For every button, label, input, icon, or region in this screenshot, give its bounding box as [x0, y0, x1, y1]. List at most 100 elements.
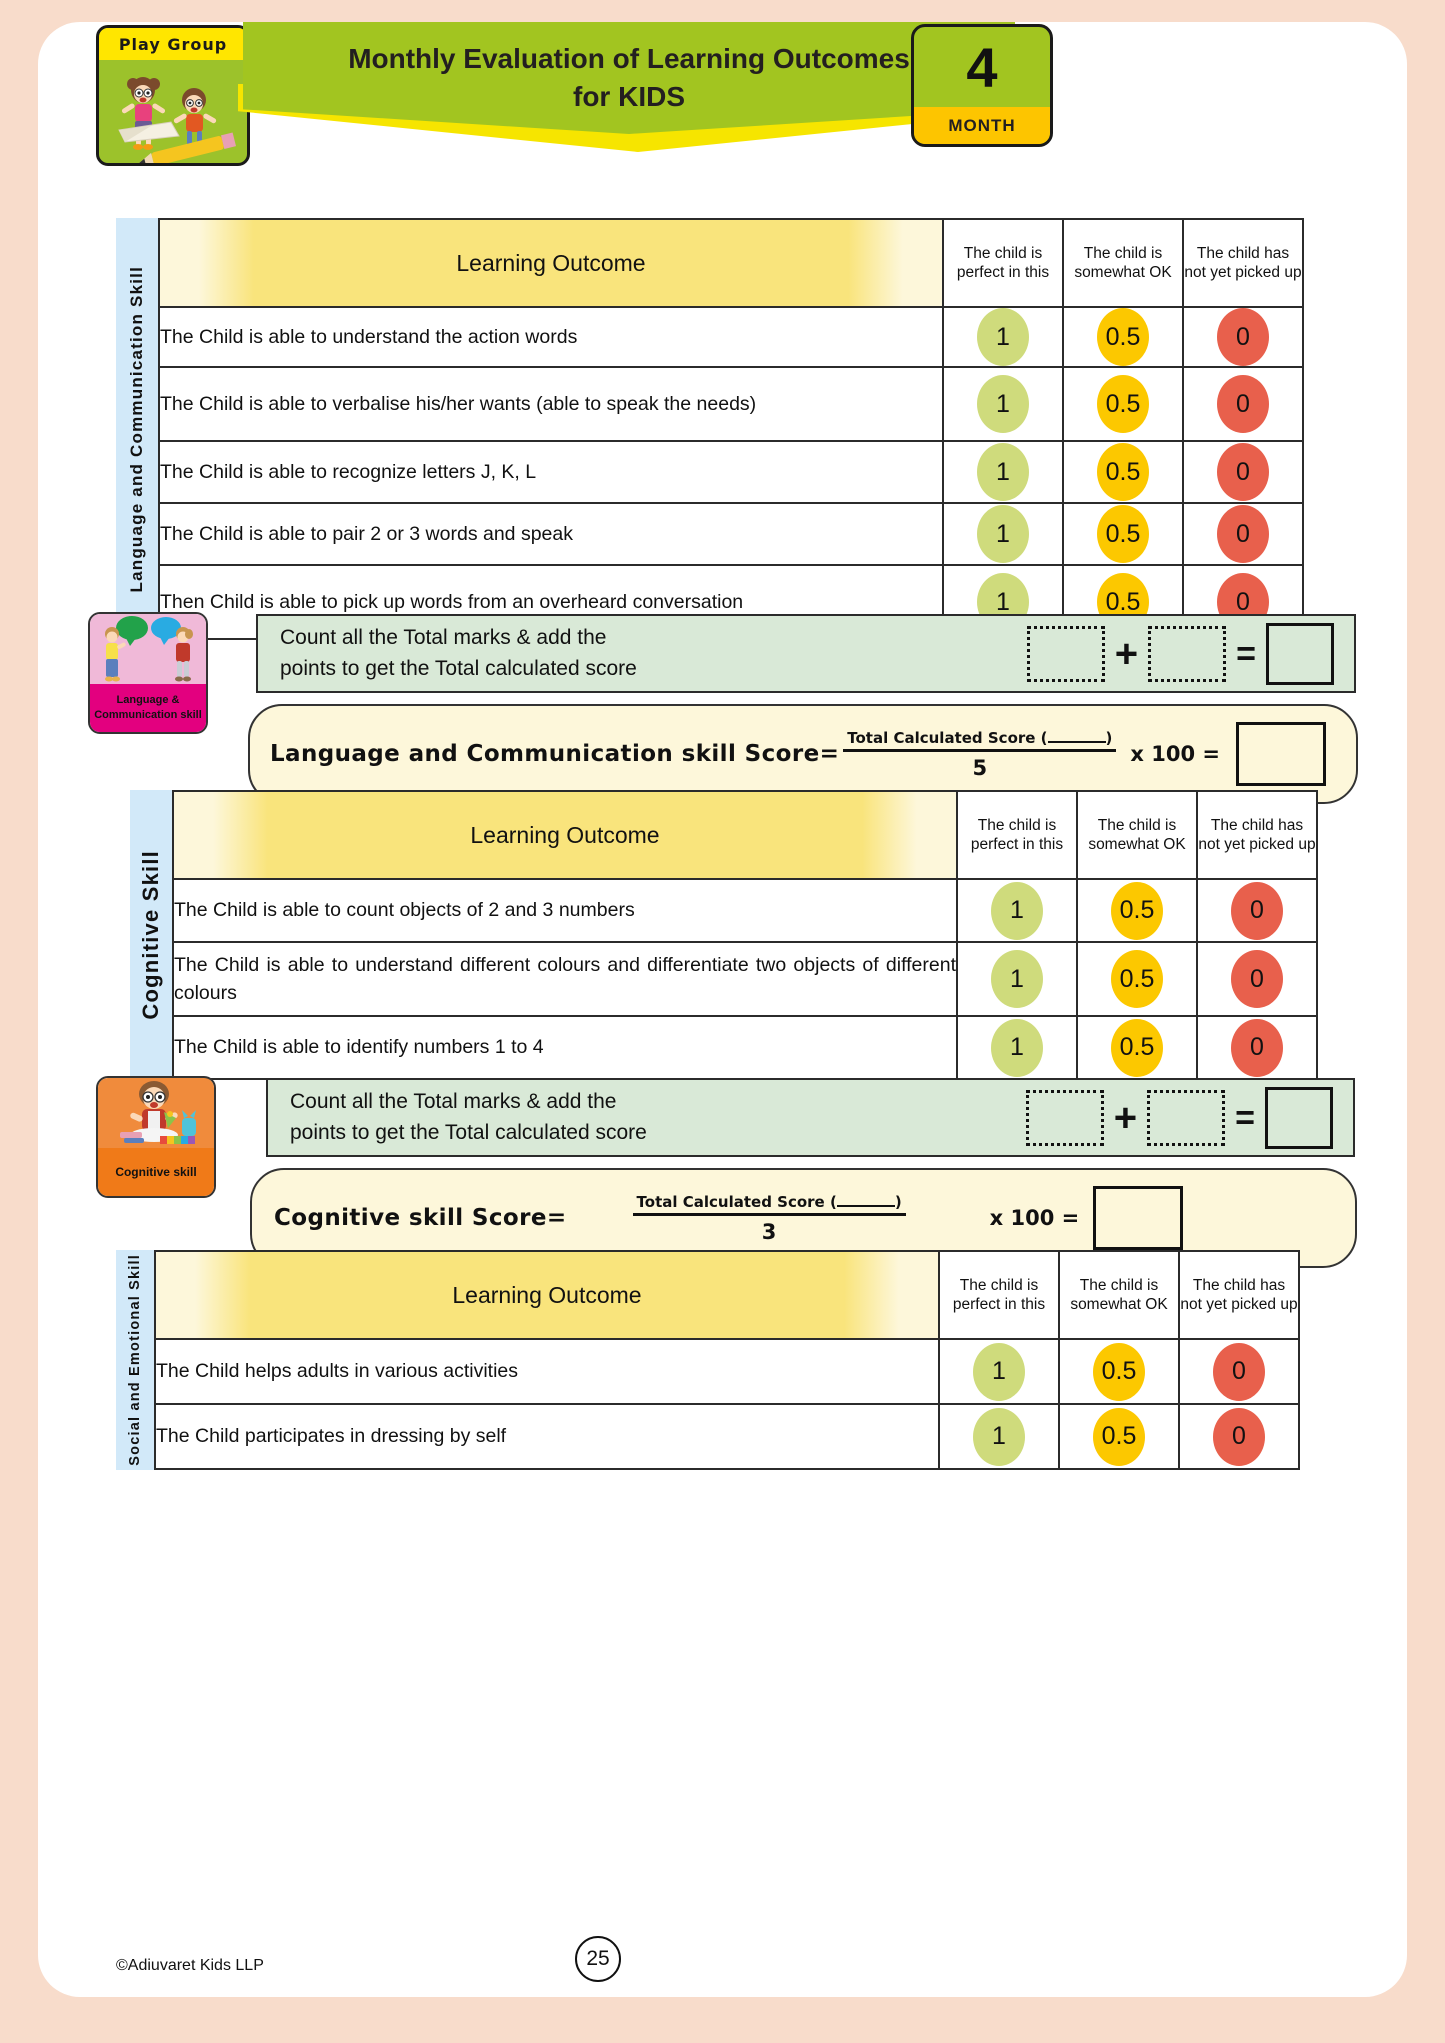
score-dot-1[interactable]: 1 — [973, 1342, 1025, 1401]
blank-line[interactable] — [1047, 740, 1106, 743]
score-cell-notyet[interactable]: 0 — [1196, 878, 1318, 943]
play-group-label: Play Group — [99, 28, 247, 60]
score-cell-notyet[interactable]: 0 — [1182, 440, 1304, 504]
score-dot-half[interactable]: 0.5 — [1097, 375, 1149, 433]
score-cell-notyet[interactable]: 0 — [1178, 1338, 1300, 1405]
plus-icon: + — [1114, 631, 1139, 676]
score-cell-somewhat[interactable]: 0.5 — [1062, 306, 1184, 368]
score-cell-perfect[interactable]: 1 — [942, 366, 1064, 442]
score-dot-1[interactable]: 1 — [977, 375, 1029, 433]
score-dot-1[interactable]: 1 — [977, 443, 1029, 501]
formula-box-language: Language and Communication skill Score= … — [248, 704, 1358, 804]
score-dot-0[interactable]: 0 — [1213, 1342, 1265, 1401]
score-cell-notyet[interactable]: 0 — [1178, 1403, 1300, 1470]
score-dot-1[interactable]: 1 — [991, 1018, 1043, 1077]
language-illustration — [90, 614, 206, 684]
score-cell-perfect[interactable]: 1 — [942, 306, 1064, 368]
score-dot-half[interactable]: 0.5 — [1111, 1018, 1163, 1077]
table-row: The Child helps adults in various activi… — [154, 1338, 1300, 1405]
skill-icon-label: Cognitive skill — [98, 1148, 214, 1196]
score-dot-0[interactable]: 0 — [1231, 1018, 1283, 1077]
score-cell-somewhat[interactable]: 0.5 — [1058, 1338, 1180, 1405]
play-group-badge: Play Group — [96, 25, 250, 166]
input-box-b[interactable] — [1148, 625, 1227, 682]
eval-table-language: Learning Outcome The child is perfect in… — [158, 218, 1304, 640]
input-box-a[interactable] — [1025, 1089, 1104, 1146]
col-header-perfect: The child is perfect in this — [942, 218, 1064, 308]
score-cell-notyet[interactable]: 0 — [1182, 502, 1304, 566]
cognitive-illustration — [98, 1078, 214, 1148]
score-cell-notyet[interactable]: 0 — [1196, 1015, 1318, 1080]
score-cell-somewhat[interactable]: 0.5 — [1076, 878, 1198, 943]
score-cell-somewhat[interactable]: 0.5 — [1076, 1015, 1198, 1080]
outcome-text: The Child is able to recognize letters J… — [158, 440, 944, 504]
formula-answer-box[interactable] — [1093, 1186, 1184, 1250]
score-cell-perfect[interactable]: 1 — [942, 502, 1064, 566]
score-dot-half[interactable]: 0.5 — [1093, 1407, 1145, 1466]
score-cell-somewhat[interactable]: 0.5 — [1062, 502, 1184, 566]
score-cell-somewhat[interactable]: 0.5 — [1076, 941, 1198, 1017]
score-cell-perfect[interactable]: 1 — [942, 440, 1064, 504]
table-row: The Child is able to recognize letters J… — [158, 440, 1304, 504]
count-line1: Count all the Total marks & add the — [280, 626, 607, 650]
score-dot-0[interactable]: 0 — [1217, 443, 1269, 501]
score-dot-1[interactable]: 1 — [991, 881, 1043, 940]
section-cognitive: Cognitive Skill Learning Outcome The chi… — [130, 790, 1318, 1080]
outcome-text: The Child is able to identify numbers 1 … — [172, 1015, 958, 1080]
table-row: The Child is able to pair 2 or 3 words a… — [158, 502, 1304, 566]
score-dot-1[interactable]: 1 — [977, 308, 1029, 366]
formula-answer-box[interactable] — [1236, 722, 1326, 786]
score-cell-perfect[interactable]: 1 — [938, 1338, 1060, 1405]
count-math-row: + = — [1026, 622, 1354, 685]
skill-icon-cognitive: Cognitive skill — [96, 1076, 216, 1198]
numerator-close: ) — [1105, 728, 1113, 747]
score-cell-somewhat[interactable]: 0.5 — [1058, 1403, 1180, 1470]
score-cell-notyet[interactable]: 0 — [1182, 366, 1304, 442]
input-box-b[interactable] — [1147, 1089, 1226, 1146]
score-dot-half[interactable]: 0.5 — [1111, 950, 1163, 1008]
score-dot-0[interactable]: 0 — [1217, 308, 1269, 366]
formula-label: Cognitive skill Score= — [274, 1205, 567, 1231]
score-cell-notyet[interactable]: 0 — [1196, 941, 1318, 1017]
score-dot-half[interactable]: 0.5 — [1097, 308, 1149, 366]
score-dot-0[interactable]: 0 — [1213, 1407, 1265, 1466]
score-dot-half[interactable]: 0.5 — [1097, 505, 1149, 563]
score-cell-perfect[interactable]: 1 — [956, 878, 1078, 943]
score-dot-half[interactable]: 0.5 — [1093, 1342, 1145, 1401]
col-header-outcome: Learning Outcome — [154, 1250, 940, 1340]
score-cell-perfect[interactable]: 1 — [938, 1403, 1060, 1470]
side-label-cognitive: Cognitive Skill — [130, 790, 172, 1080]
score-cell-somewhat[interactable]: 0.5 — [1062, 366, 1184, 442]
skill-icon-language: Language & Communication skill — [88, 612, 208, 734]
score-dot-half[interactable]: 0.5 — [1111, 881, 1163, 940]
eval-table-social: Learning Outcome The child is perfect in… — [154, 1250, 1300, 1470]
blank-line[interactable] — [836, 1204, 895, 1207]
col-header-perfect: The child is perfect in this — [956, 790, 1078, 880]
page-header: Play Group Monthly Evaluation of Learnin… — [38, 22, 1407, 180]
equals-icon: = — [1235, 1098, 1255, 1137]
score-cell-notyet[interactable]: 0 — [1182, 306, 1304, 368]
input-box-total[interactable] — [1266, 622, 1334, 685]
score-dot-1[interactable]: 1 — [973, 1407, 1025, 1466]
side-label-text: Language and Communication Skill — [127, 265, 146, 593]
month-badge: 4 MONTH — [911, 24, 1053, 147]
input-box-a[interactable] — [1026, 625, 1105, 682]
score-cell-perfect[interactable]: 1 — [956, 1015, 1078, 1080]
score-dot-1[interactable]: 1 — [991, 950, 1043, 1008]
score-dot-1[interactable]: 1 — [977, 505, 1029, 563]
score-dot-0[interactable]: 0 — [1217, 375, 1269, 433]
score-dot-half[interactable]: 0.5 — [1097, 443, 1149, 501]
score-dot-0[interactable]: 0 — [1231, 881, 1283, 940]
table-row: The Child is able to understand the acti… — [158, 306, 1304, 368]
input-box-total[interactable] — [1265, 1086, 1333, 1149]
count-box-cognitive: Count all the Total marks & add the poin… — [266, 1078, 1355, 1157]
score-dot-0[interactable]: 0 — [1231, 950, 1283, 1008]
score-dot-0[interactable]: 0 — [1217, 505, 1269, 563]
score-cell-perfect[interactable]: 1 — [956, 941, 1078, 1017]
month-label: MONTH — [914, 107, 1050, 144]
numerator-text: Total Calculated Score ( — [847, 728, 1048, 747]
formula-multiplier: x 100 = — [989, 1206, 1080, 1230]
formula-numerator: Total Calculated Score () — [633, 1193, 906, 1213]
score-cell-somewhat[interactable]: 0.5 — [1062, 440, 1184, 504]
formula-multiplier: x 100 = — [1130, 742, 1220, 766]
